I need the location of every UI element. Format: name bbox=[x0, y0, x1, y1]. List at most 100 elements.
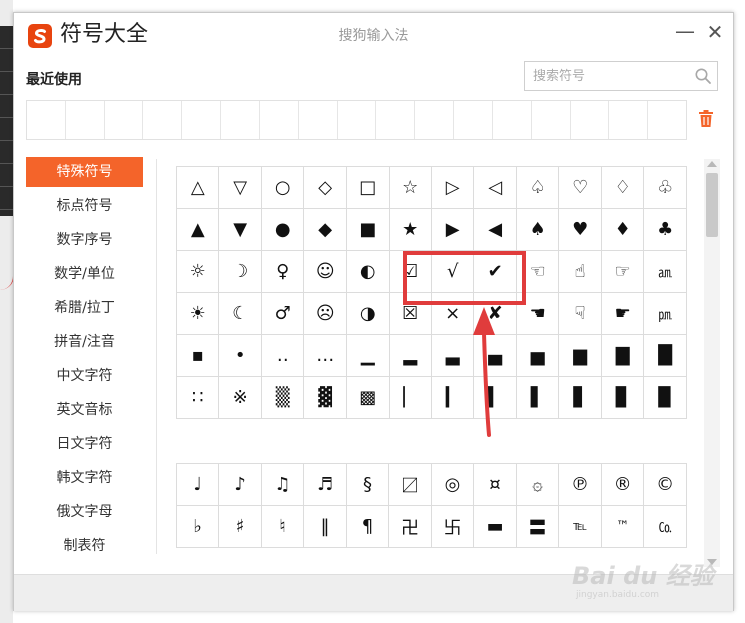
symbol-cell[interactable]: ■ bbox=[346, 208, 390, 251]
symbol-cell[interactable]: ☼ bbox=[175, 250, 220, 293]
search-box[interactable] bbox=[524, 61, 718, 91]
symbol-cell[interactable]: ▆ bbox=[558, 334, 602, 377]
symbol-cell[interactable]: ♤ bbox=[515, 166, 560, 209]
symbol-cell[interactable]: □ bbox=[346, 166, 390, 209]
symbol-cell[interactable]: ▏ bbox=[388, 376, 432, 419]
symbol-cell[interactable]: ™ bbox=[600, 505, 645, 548]
symbol-cell[interactable]: ▌ bbox=[515, 376, 560, 419]
title-bar[interactable]: 符号大全 搜狗输入法 — ✕ bbox=[14, 13, 733, 57]
recent-symbol-slot[interactable] bbox=[299, 101, 338, 139]
recent-symbol-slot[interactable] bbox=[260, 101, 299, 139]
symbol-cell[interactable]: ▄ bbox=[473, 334, 517, 377]
symbol-cell[interactable]: ☾ bbox=[218, 292, 262, 335]
recent-symbol-slot[interactable] bbox=[376, 101, 416, 139]
symbol-cell[interactable]: ▽ bbox=[218, 166, 262, 209]
symbol-cell[interactable]: ◑ bbox=[346, 292, 390, 335]
symbol-cell[interactable]: ▶ bbox=[430, 208, 475, 251]
symbol-cell[interactable]: ♦ bbox=[600, 208, 645, 251]
symbol-cell[interactable]: ♢ bbox=[600, 166, 645, 209]
symbol-cell[interactable]: ☜ bbox=[515, 250, 560, 293]
symbol-cell[interactable]: ☽ bbox=[218, 250, 262, 293]
close-button[interactable]: ✕ bbox=[704, 21, 726, 43]
category-number-sequence[interactable]: 数字序号 bbox=[26, 225, 143, 255]
symbol-cell[interactable]: ㏂ bbox=[643, 250, 687, 293]
recent-symbol-slot[interactable] bbox=[648, 101, 686, 139]
symbol-cell[interactable]: ✘ bbox=[473, 292, 517, 335]
symbol-cell[interactable]: … bbox=[303, 334, 347, 377]
symbol-cell[interactable]: ♬ bbox=[303, 463, 347, 506]
symbol-cell[interactable]: ㏘ bbox=[643, 292, 687, 335]
symbol-cell[interactable]: ▍ bbox=[473, 376, 517, 419]
symbol-cell[interactable]: 卐 bbox=[430, 505, 475, 548]
recent-symbol-slot[interactable] bbox=[493, 101, 532, 139]
symbol-cell[interactable]: ♮ bbox=[260, 505, 305, 548]
symbol-cell[interactable]: ㏇ bbox=[643, 505, 687, 548]
symbol-cell[interactable]: ○ bbox=[260, 166, 305, 209]
symbol-cell[interactable]: ♂ bbox=[260, 292, 305, 335]
symbol-cell[interactable]: ★ bbox=[388, 208, 432, 251]
scrollbar-thumb[interactable] bbox=[706, 173, 718, 237]
symbol-cell[interactable]: ✔ bbox=[473, 250, 517, 293]
category-russian-letters[interactable]: 俄文字母 bbox=[26, 497, 143, 527]
symbol-cell[interactable]: ▓ bbox=[303, 376, 347, 419]
symbol-cell[interactable]: ¤ bbox=[473, 463, 517, 506]
recent-symbol-slot[interactable] bbox=[415, 101, 455, 139]
symbol-cell[interactable]: ▎ bbox=[430, 376, 475, 419]
symbol-cell[interactable]: ▋ bbox=[558, 376, 602, 419]
symbol-cell[interactable]: ▼ bbox=[218, 208, 262, 251]
symbol-cell[interactable]: ▁ bbox=[346, 334, 390, 377]
symbol-cell[interactable]: ☞ bbox=[600, 250, 645, 293]
symbol-cell[interactable]: ♀ bbox=[260, 250, 305, 293]
symbol-cell[interactable]: ◎ bbox=[430, 463, 475, 506]
symbol-cell[interactable]: ▂ bbox=[388, 334, 432, 377]
symbol-cell[interactable]: █ bbox=[643, 334, 687, 377]
search-icon[interactable] bbox=[694, 67, 712, 85]
symbol-cell[interactable]: 〓 bbox=[515, 505, 560, 548]
symbol-cell[interactable]: 卍 bbox=[388, 505, 432, 548]
symbol-cell[interactable]: ☀ bbox=[175, 292, 220, 335]
symbol-cell[interactable]: 〼 bbox=[388, 463, 432, 506]
symbol-cell[interactable]: ▇ bbox=[600, 334, 645, 377]
symbol-cell[interactable]: ♩ bbox=[175, 463, 220, 506]
symbol-cell[interactable]: ☑ bbox=[388, 250, 432, 293]
symbol-cell[interactable]: ☚ bbox=[515, 292, 560, 335]
symbol-cell[interactable]: ☹ bbox=[303, 292, 347, 335]
category-pinyin-zhuyin[interactable]: 拼音/注音 bbox=[26, 327, 143, 357]
category-punctuation[interactable]: 标点符号 bbox=[26, 191, 143, 221]
symbol-cell[interactable]: ♫ bbox=[260, 463, 305, 506]
symbol-cell[interactable]: ♧ bbox=[643, 166, 687, 209]
symbol-cell[interactable]: ◀ bbox=[473, 208, 517, 251]
recent-symbol-slot[interactable] bbox=[609, 101, 649, 139]
symbol-cell[interactable]: ♥ bbox=[558, 208, 602, 251]
trash-icon[interactable] bbox=[697, 109, 715, 129]
category-japanese-chars[interactable]: 日文字符 bbox=[26, 429, 143, 459]
symbol-cell[interactable]: ▅ bbox=[515, 334, 560, 377]
symbol-cell[interactable]: ♭ bbox=[175, 505, 220, 548]
recent-symbol-slot[interactable] bbox=[105, 101, 144, 139]
symbol-cell[interactable]: § bbox=[345, 463, 390, 506]
symbol-cell[interactable]: ♪ bbox=[218, 463, 262, 506]
symbol-cell[interactable]: ۞ bbox=[515, 463, 560, 506]
symbol-cell[interactable]: ♯ bbox=[218, 505, 262, 548]
symbol-cell[interactable]: △ bbox=[175, 166, 220, 209]
symbol-cell[interactable]: ♡ bbox=[558, 166, 602, 209]
recent-symbol-slot[interactable] bbox=[338, 101, 377, 139]
category-chinese-chars[interactable]: 中文字符 bbox=[26, 361, 143, 391]
symbol-cell[interactable]: ◐ bbox=[346, 250, 390, 293]
symbol-cell[interactable]: ▪ bbox=[175, 334, 220, 377]
symbol-cell[interactable]: • bbox=[218, 334, 262, 377]
symbol-cell[interactable]: ▃ bbox=[430, 334, 475, 377]
category-box-drawing[interactable]: 制表符 bbox=[26, 531, 143, 561]
recent-symbol-slot[interactable] bbox=[182, 101, 222, 139]
symbol-cell[interactable]: ® bbox=[600, 463, 645, 506]
recent-symbol-slot[interactable] bbox=[66, 101, 105, 139]
symbol-cell[interactable]: ☛ bbox=[600, 292, 645, 335]
symbol-cell[interactable]: ℗ bbox=[558, 463, 602, 506]
category-korean-chars[interactable]: 韩文字符 bbox=[26, 463, 143, 493]
recent-symbol-slot[interactable] bbox=[454, 101, 493, 139]
scrollbar[interactable] bbox=[704, 159, 720, 567]
symbol-cell[interactable]: ◇ bbox=[303, 166, 347, 209]
category-greek-latin[interactable]: 希腊/拉丁 bbox=[26, 293, 143, 323]
symbol-cell[interactable]: ▉ bbox=[643, 376, 687, 419]
symbol-cell[interactable]: ☝ bbox=[558, 250, 602, 293]
